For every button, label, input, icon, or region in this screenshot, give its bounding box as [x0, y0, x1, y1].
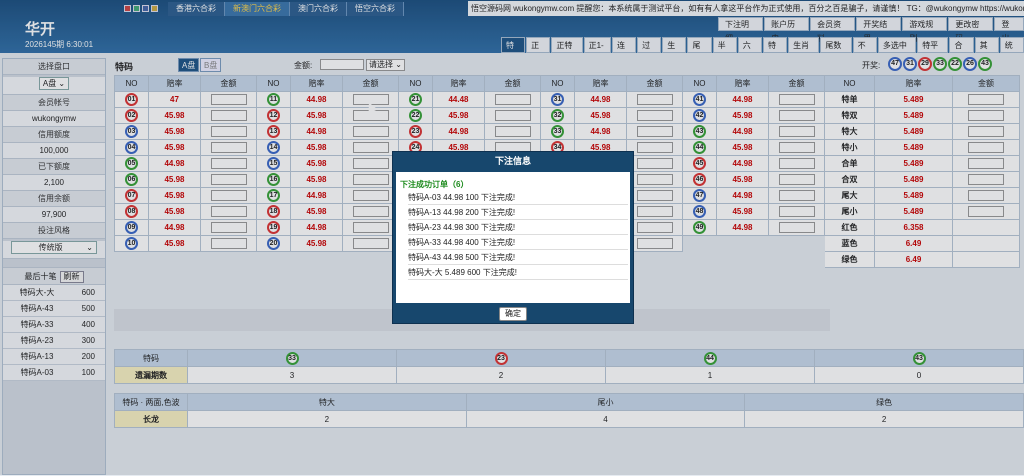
- ok-button[interactable]: 确定: [499, 307, 527, 321]
- bet-info-modal: 下注信息 下注成功订单（6） 特码A-03 44.98 100 下注完成! 特码A…: [392, 151, 634, 324]
- order-row: 特码A-33 44.98 400 下注完成!: [408, 235, 628, 250]
- order-row: 特码A-43 44.98 500 下注完成!: [408, 250, 628, 265]
- order-row: 特码A-23 44.98 300 下注完成!: [408, 220, 628, 235]
- order-row: 特码大-大 5.489 600 下注完成!: [408, 265, 628, 280]
- order-row: 特码A-13 44.98 200 下注完成!: [408, 205, 628, 220]
- modal-body: 下注成功订单（6） 特码A-03 44.98 100 下注完成! 特码A-13 4…: [396, 172, 630, 303]
- success-title: 下注成功订单（6）: [400, 180, 469, 189]
- order-row: 特码A-03 44.98 100 下注完成!: [408, 190, 628, 205]
- modal-title: 下注信息: [494, 156, 531, 166]
